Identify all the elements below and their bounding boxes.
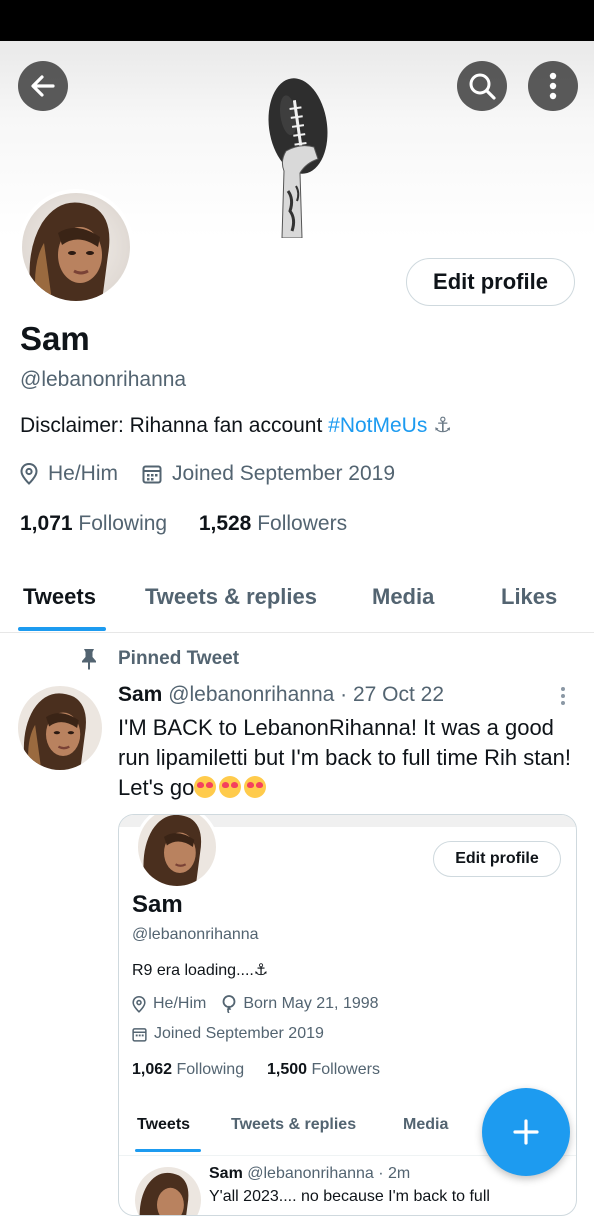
card-tab-media: Media bbox=[403, 1116, 449, 1133]
pronouns-text: He/Him bbox=[48, 462, 119, 485]
status-bar bbox=[0, 0, 594, 41]
tab-tweets-replies[interactable]: Tweets & replies bbox=[145, 584, 317, 610]
pinned-label: Pinned Tweet bbox=[80, 648, 239, 670]
location-pin-icon bbox=[132, 995, 146, 1013]
profile-meta: He/Him Joined September 2019 bbox=[20, 462, 419, 486]
profile-tabs: Tweets Tweets & replies Media Likes bbox=[0, 572, 594, 633]
calendar-icon bbox=[142, 465, 162, 484]
followers-label: Followers bbox=[257, 512, 348, 535]
edit-profile-button[interactable]: Edit profile bbox=[406, 258, 575, 306]
profile-handle: @lebanonrihanna bbox=[20, 368, 187, 391]
avatar-photo bbox=[135, 1167, 201, 1215]
back-button[interactable] bbox=[18, 61, 68, 111]
card-tweet-author: Sam bbox=[209, 1165, 243, 1182]
card-pronouns: He/Him bbox=[153, 995, 207, 1012]
card-tab-tweets-replies: Tweets & replies bbox=[231, 1116, 357, 1133]
card-born: Born May 21, 1998 bbox=[243, 995, 379, 1012]
card-tweet-header: Sam @lebanonrihanna · 2m bbox=[209, 1165, 410, 1183]
anchor-emoji: ⚓ bbox=[433, 414, 453, 437]
card-avatar bbox=[135, 815, 219, 889]
card-followers-count: 1,500 bbox=[267, 1061, 308, 1078]
tab-media[interactable]: Media bbox=[372, 584, 434, 610]
card-tweet-text: Y'all 2023.... no because I'm back to fu… bbox=[209, 1188, 490, 1205]
location-pin-icon bbox=[20, 463, 38, 485]
tweet-author[interactable]: Sam bbox=[118, 683, 162, 706]
followers-count: 1,528 bbox=[198, 512, 252, 535]
card-meta-row2: Joined September 2019 bbox=[132, 1025, 340, 1043]
following-link[interactable]: 1,071 Following bbox=[20, 512, 167, 535]
following-label: Following bbox=[78, 512, 168, 535]
follow-stats: 1,071 Following 1,528 Followers bbox=[20, 512, 347, 536]
avatar-photo bbox=[18, 686, 102, 770]
card-bio: R9 era loading....⚓ bbox=[132, 962, 269, 979]
tab-likes[interactable]: Likes bbox=[501, 584, 557, 610]
tweet-header: Sam @lebanonrihanna · 27 Oct 22 bbox=[118, 683, 444, 707]
card-active-tab-indicator bbox=[135, 1149, 201, 1152]
heart-eyes-emoji bbox=[194, 776, 217, 798]
compose-tweet-button[interactable] bbox=[482, 1088, 570, 1176]
plus-icon bbox=[513, 1119, 539, 1145]
more-options-button[interactable] bbox=[528, 61, 578, 111]
tweet-avatar[interactable] bbox=[18, 686, 102, 770]
tweet-body: I'M BACK to LebanonRihanna! It was a goo… bbox=[118, 715, 571, 800]
bio-text: Disclaimer: Rihanna fan account bbox=[20, 414, 329, 437]
card-following-count: 1,062 bbox=[132, 1061, 173, 1078]
search-button[interactable] bbox=[457, 61, 507, 111]
tab-tweets[interactable]: Tweets bbox=[23, 584, 96, 610]
following-count: 1,071 bbox=[20, 512, 73, 535]
tweet-handle-date: @lebanonrihanna · 27 Oct 22 bbox=[168, 683, 445, 706]
tweet-more-icon[interactable] bbox=[556, 686, 570, 706]
avatar-photo bbox=[22, 193, 130, 301]
followers-link[interactable]: 1,528 Followers bbox=[199, 512, 347, 535]
pinned-text: Pinned Tweet bbox=[118, 648, 240, 669]
card-edit-profile-button: Edit profile bbox=[433, 841, 561, 877]
profile-name: Sam bbox=[20, 320, 90, 357]
balloon-icon bbox=[222, 995, 236, 1013]
arrow-left-icon bbox=[31, 75, 55, 97]
calendar-icon bbox=[132, 1027, 147, 1042]
more-vertical-icon bbox=[549, 72, 557, 100]
pin-icon bbox=[82, 649, 96, 670]
profile-avatar[interactable] bbox=[18, 189, 134, 305]
tweet-text: I'M BACK to LebanonRihanna! It was a goo… bbox=[118, 713, 580, 803]
card-handle: @lebanonrihanna bbox=[132, 926, 259, 943]
active-tab-indicator bbox=[18, 627, 106, 631]
card-followers-label: Followers bbox=[311, 1061, 380, 1078]
card-follow-stats: 1,062 Following 1,500 Followers bbox=[132, 1061, 380, 1079]
avatar-photo bbox=[138, 815, 216, 886]
heart-eyes-emoji bbox=[219, 776, 242, 798]
search-icon bbox=[469, 73, 496, 100]
card-joined: Joined September 2019 bbox=[154, 1025, 324, 1042]
card-tweet-handle-time: @lebanonrihanna · 2m bbox=[247, 1165, 411, 1182]
card-tweet-avatar bbox=[135, 1167, 201, 1215]
card-name: Sam bbox=[132, 891, 183, 918]
bio-hashtag-link[interactable]: #NotMeUs bbox=[328, 414, 427, 437]
card-meta-row1: He/Him Born May 21, 1998 bbox=[132, 995, 395, 1013]
heart-eyes-emoji bbox=[244, 776, 267, 798]
joined-date: Joined September 2019 bbox=[172, 462, 396, 485]
card-following-label: Following bbox=[176, 1061, 245, 1078]
card-tab-tweets: Tweets bbox=[137, 1116, 191, 1133]
profile-bio: Disclaimer: Rihanna fan account #NotMeUs… bbox=[20, 413, 452, 438]
